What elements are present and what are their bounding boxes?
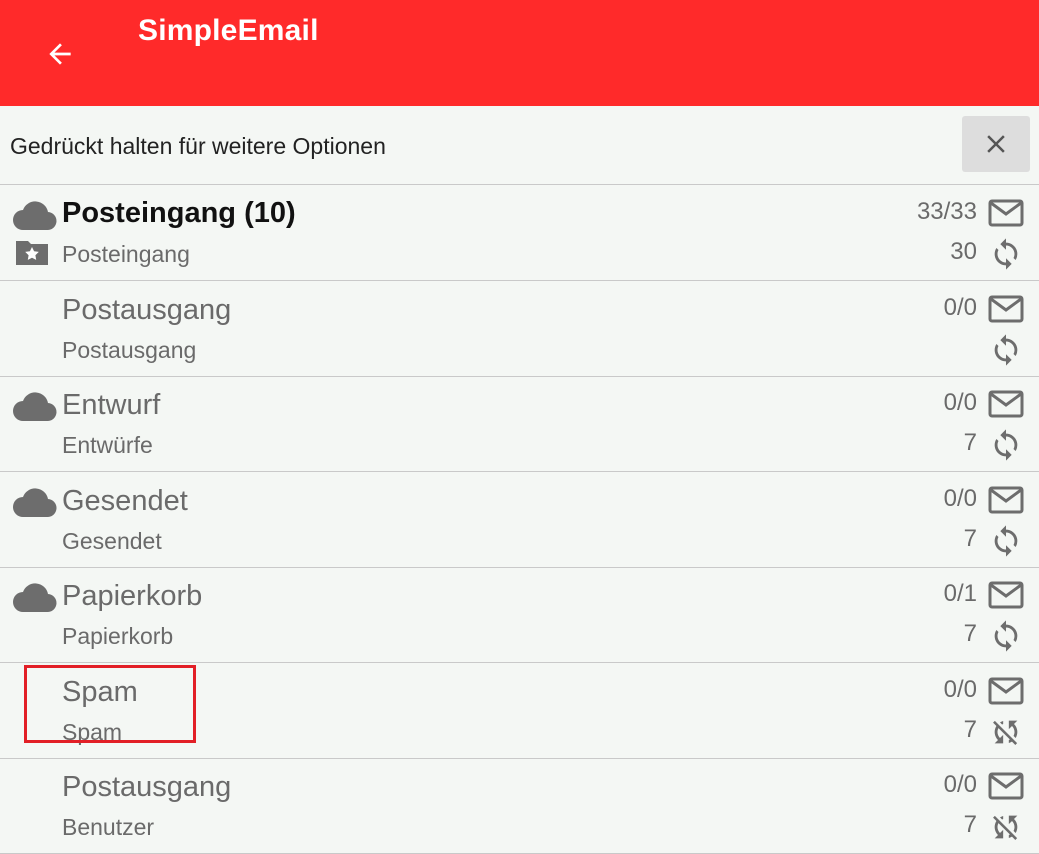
cloud-icon <box>13 392 57 422</box>
folder-name: Papierkorb <box>62 580 203 612</box>
folder-row[interactable]: Postausgang Postausgang 0/0 <box>0 281 1039 377</box>
close-hint-button[interactable] <box>962 116 1030 172</box>
folder-name: Postausgang <box>62 771 232 803</box>
app-title: SimpleEmail <box>138 14 319 47</box>
folder-subtitle: Entwürfe <box>62 432 153 458</box>
mail-icon <box>988 581 1024 609</box>
sync-count: 7 <box>963 811 977 838</box>
message-count: 0/1 <box>943 580 977 607</box>
folder-row[interactable]: Entwurf Entwürfe 0/0 7 <box>0 376 1039 472</box>
mail-icon <box>988 486 1024 513</box>
folder-subtitle: Benutzer <box>62 814 155 840</box>
mail-icon <box>988 772 1024 800</box>
sync-count: 7 <box>963 429 977 456</box>
folder-name: Gesendet <box>62 484 188 517</box>
spam-highlight-box <box>24 665 196 743</box>
hint-bar: Gedrückt halten für weitere Optionen <box>0 106 1039 185</box>
message-count: 0/0 <box>943 389 977 416</box>
message-count: 33/33 <box>916 198 977 225</box>
sync-disabled-icon <box>993 720 1018 745</box>
sync-icon <box>994 524 1018 557</box>
back-button[interactable] <box>36 30 84 78</box>
folder-row[interactable]: Postausgang Benutzer 0/0 7 <box>0 758 1039 854</box>
sync-count: 30 <box>950 238 977 265</box>
app-bar: SimpleEmail <box>0 0 1039 106</box>
sync-count: 7 <box>963 715 977 743</box>
folder-subtitle: Papierkorb <box>62 623 174 649</box>
sync-count: 7 <box>963 620 977 647</box>
folder-row[interactable]: Papierkorb Papierkorb 0/1 7 <box>0 567 1039 663</box>
sync-icon <box>994 333 1018 366</box>
sync-icon <box>994 238 1018 270</box>
sync-count: 7 <box>963 524 977 552</box>
folder-star-icon <box>16 241 48 265</box>
message-count: 0/0 <box>943 293 977 321</box>
mail-icon <box>988 390 1024 418</box>
cloud-icon <box>13 583 57 613</box>
sync-icon <box>994 620 1018 652</box>
folder-name: Postausgang <box>62 293 232 326</box>
cloud-icon <box>13 487 57 517</box>
folder-row[interactable]: Gesendet Gesendet 0/0 7 <box>0 472 1039 568</box>
sync-disabled-icon <box>993 815 1018 840</box>
message-count: 0/0 <box>943 484 977 512</box>
cloud-icon <box>13 201 57 231</box>
message-count: 0/0 <box>943 771 977 798</box>
folder-row[interactable]: Posteingang (10) Posteingang 33/33 30 <box>0 185 1039 281</box>
sync-icon <box>994 429 1018 461</box>
folder-name: Entwurf <box>62 389 161 421</box>
hint-text: Gedrückt halten für weitere Optionen <box>10 133 386 159</box>
folder-subtitle: Posteingang <box>62 241 190 267</box>
message-count: 0/0 <box>943 675 977 703</box>
folder-name: Posteingang (10) <box>62 197 296 229</box>
close-icon <box>987 135 1005 153</box>
mail-icon <box>988 295 1024 322</box>
mail-icon <box>988 677 1024 704</box>
folder-subtitle: Postausgang <box>62 336 197 363</box>
arrow-back-icon <box>49 43 71 65</box>
folder-subtitle: Gesendet <box>62 527 162 554</box>
mail-icon <box>988 199 1024 227</box>
